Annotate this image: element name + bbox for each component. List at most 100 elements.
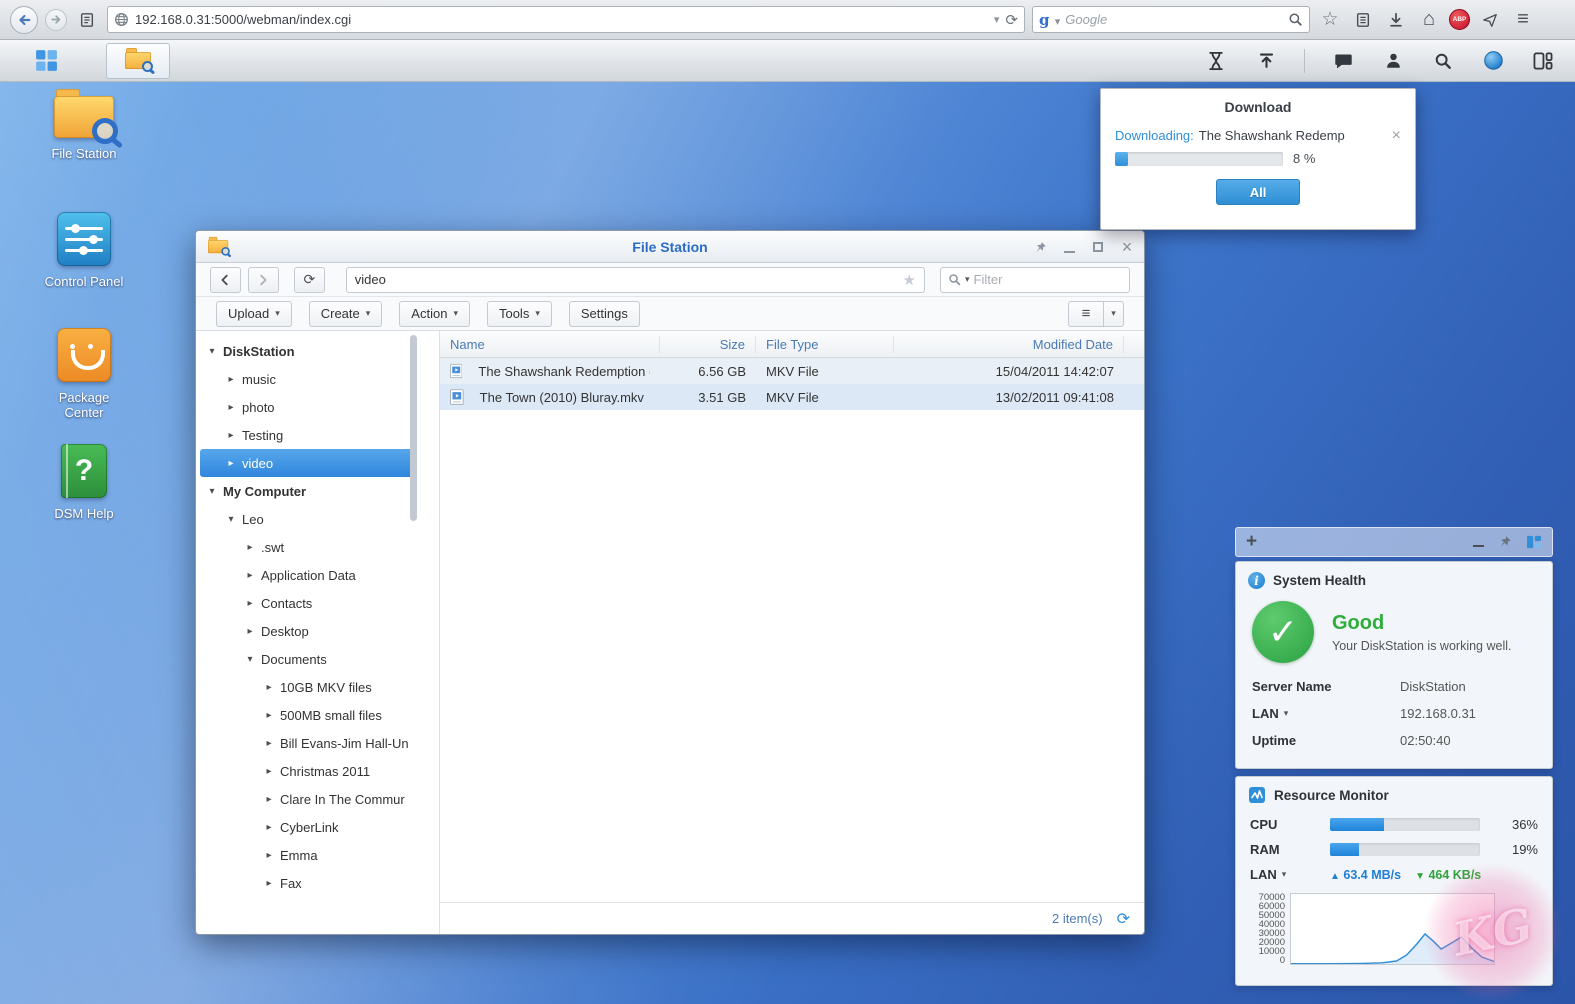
tree-item[interactable]: ▸ music <box>200 365 413 393</box>
path-field[interactable]: ★ <box>346 267 925 293</box>
expander-icon[interactable]: ▸ <box>264 710 274 721</box>
list-view-button[interactable]: ≡ <box>1068 301 1104 327</box>
downloads-icon[interactable] <box>1383 7 1409 33</box>
expander-icon[interactable]: ▾ <box>207 486 217 497</box>
cancel-download-icon[interactable]: × <box>1392 129 1401 143</box>
browser-menu-icon[interactable]: ≡ <box>1510 7 1536 33</box>
lan-traffic-dropdown-icon[interactable]: ▾ <box>1282 869 1287 880</box>
favorite-star-icon[interactable]: ★ <box>903 271 916 289</box>
browser-back-button[interactable] <box>10 6 38 34</box>
desktop-icon-dsm-help[interactable]: ? DSM Help <box>36 444 132 521</box>
search-go-icon[interactable] <box>1288 12 1303 27</box>
column-header-type[interactable]: File Type <box>756 336 894 353</box>
desktop-icon-package-center[interactable]: Package Center <box>36 328 132 420</box>
expander-icon[interactable]: ▸ <box>226 402 236 413</box>
file-station-task-button[interactable] <box>106 43 170 79</box>
tree-item[interactable]: ▾ Leo <box>200 505 413 533</box>
tree-item[interactable]: ▸ Desktop <box>200 617 413 645</box>
tree-item[interactable]: ▾ DiskStation <box>200 337 413 365</box>
nav-back-button[interactable] <box>210 267 241 293</box>
tree-item[interactable]: ▸ .swt <box>200 533 413 561</box>
filter-field[interactable]: ▾ <box>940 267 1130 293</box>
expander-icon[interactable]: ▸ <box>264 794 274 805</box>
tree-item[interactable]: ▸ photo <box>200 393 413 421</box>
filter-dropdown-icon[interactable]: ▾ <box>965 274 970 285</box>
column-header-size[interactable]: Size <box>660 336 756 353</box>
tree-item[interactable]: ▸ 10GB MKV files <box>200 673 413 701</box>
expander-icon[interactable]: ▸ <box>226 430 236 441</box>
lan-dropdown-icon[interactable]: ▾ <box>1284 708 1289 719</box>
expander-icon[interactable]: ▸ <box>264 682 274 693</box>
widget-minimize-icon[interactable] <box>1473 537 1484 547</box>
expander-icon[interactable]: ▸ <box>264 878 274 889</box>
desktop-icon-control-panel[interactable]: Control Panel <box>36 212 132 289</box>
address-bar[interactable]: 192.168.0.31:5000/webman/index.cgi ▾ ⟳ <box>107 6 1025 33</box>
close-icon[interactable]: × <box>1120 240 1134 254</box>
dsm-search-icon[interactable] <box>1431 49 1455 73</box>
maximize-icon[interactable] <box>1091 240 1105 254</box>
expander-icon[interactable]: ▸ <box>264 766 274 777</box>
filter-input[interactable] <box>974 272 1122 287</box>
pin-icon[interactable] <box>1033 240 1047 254</box>
expander-icon[interactable]: ▸ <box>264 850 274 861</box>
tree-item[interactable]: ▾ Documents <box>200 645 413 673</box>
nav-forward-button[interactable] <box>248 267 279 293</box>
column-header-modified[interactable]: Modified Date <box>894 336 1124 353</box>
show-widgets-icon[interactable] <box>1531 49 1555 73</box>
tools-button[interactable]: Tools▾ <box>487 301 552 327</box>
address-refresh-icon[interactable]: ⟳ <box>1005 11 1018 29</box>
main-menu-button[interactable] <box>0 40 92 82</box>
path-input[interactable] <box>355 272 903 287</box>
address-dropdown-icon[interactable]: ▾ <box>994 13 1000 26</box>
expander-icon[interactable]: ▸ <box>226 458 236 469</box>
tree-item[interactable]: ▸ CyberLink <box>200 813 413 841</box>
user-options-icon[interactable] <box>1381 49 1405 73</box>
pilot-view-icon[interactable] <box>1481 49 1505 73</box>
tree-item[interactable]: ▸ Application Data <box>200 561 413 589</box>
expander-icon[interactable]: ▾ <box>207 346 217 357</box>
widget-layout-icon[interactable] <box>1526 535 1542 549</box>
create-button[interactable]: Create▾ <box>309 301 383 327</box>
tree-item[interactable]: ▸ Christmas 2011 <box>200 757 413 785</box>
bookmark-star-icon[interactable]: ☆ <box>1317 7 1343 33</box>
view-options-caret[interactable]: ▾ <box>1104 301 1124 327</box>
tree-item[interactable]: ▸ Contacts <box>200 589 413 617</box>
tree-item[interactable]: ▸ Clare In The Commur <box>200 785 413 813</box>
nav-refresh-button[interactable]: ⟳ <box>294 267 325 293</box>
google-engine-icon[interactable]: g ▾ <box>1039 11 1060 29</box>
upload-queue-icon[interactable] <box>1254 49 1278 73</box>
expander-icon[interactable]: ▸ <box>245 626 255 637</box>
expander-icon[interactable]: ▸ <box>245 598 255 609</box>
browser-forward-button[interactable] <box>45 9 67 31</box>
column-header-name[interactable]: Name <box>440 336 660 353</box>
expander-icon[interactable]: ▸ <box>245 570 255 581</box>
expander-icon[interactable]: ▾ <box>245 654 255 665</box>
tree-item[interactable]: ▸ video <box>200 449 413 477</box>
notifications-icon[interactable] <box>1331 49 1355 73</box>
widget-pin-icon[interactable] <box>1498 535 1512 549</box>
expander-icon[interactable]: ▸ <box>226 374 236 385</box>
list-refresh-icon[interactable]: ⟳ <box>1117 909 1130 929</box>
browser-pages-icon[interactable] <box>74 7 100 33</box>
tree-item[interactable]: ▸ Testing <box>200 421 413 449</box>
action-button[interactable]: Action▾ <box>399 301 470 327</box>
send-icon[interactable] <box>1477 7 1503 33</box>
settings-button[interactable]: Settings <box>569 301 640 327</box>
upload-button[interactable]: Upload▾ <box>216 301 292 327</box>
expander-icon[interactable]: ▸ <box>245 542 255 553</box>
home-icon[interactable]: ⌂ <box>1416 7 1442 33</box>
tree-item[interactable]: ▾ My Computer <box>200 477 413 505</box>
desktop-icon-file-station[interactable]: File Station <box>36 96 132 161</box>
tree-scrollbar-thumb[interactable] <box>410 335 417 521</box>
expander-icon[interactable]: ▸ <box>264 738 274 749</box>
tree-item[interactable]: ▸ 500MB small files <box>200 701 413 729</box>
all-downloads-button[interactable]: All <box>1216 179 1300 205</box>
background-tasks-icon[interactable] <box>1204 49 1228 73</box>
add-widget-icon[interactable]: + <box>1246 531 1257 553</box>
file-row[interactable]: The Shawshank Redemption (1 6.56 GB MKV … <box>440 358 1144 384</box>
web-search-input[interactable] <box>1065 12 1283 27</box>
tree-item[interactable]: ▸ Bill Evans-Jim Hall-Un <box>200 729 413 757</box>
tree-item[interactable]: ▸ Emma <box>200 841 413 869</box>
window-title-bar[interactable]: File Station × <box>196 231 1144 263</box>
expander-icon[interactable]: ▸ <box>264 822 274 833</box>
